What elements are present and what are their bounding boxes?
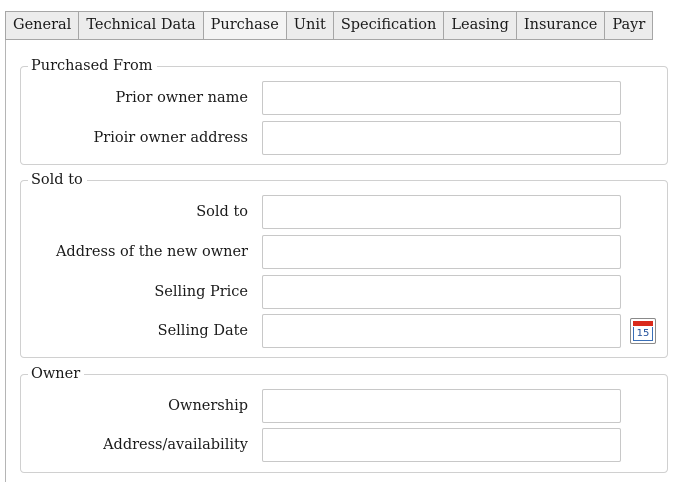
tab-purchase[interactable]: Purchase [203,11,287,40]
prior-owner-name-input[interactable] [262,81,621,115]
tab-bar: General Technical Data Purchase Unit Spe… [5,11,686,40]
selling-date-input[interactable] [262,314,621,348]
calendar-icon[interactable]: 15 [630,318,656,344]
ownership-label: Ownership [168,398,248,414]
address-availability-input[interactable] [262,428,621,462]
tab-unit[interactable]: Unit [286,11,334,40]
sold-to-label: Sold to [196,204,248,220]
sold-to-title: Sold to [28,170,87,190]
sold-to-group: Sold to Sold to Address of the new owner… [20,170,668,358]
new-owner-address-input[interactable] [262,235,621,269]
tab-specification[interactable]: Specification [333,11,445,40]
selling-date-label: Selling Date [157,323,248,339]
tab-insurance[interactable]: Insurance [516,11,606,40]
ownership-input[interactable] [262,389,621,423]
owner-title: Owner [28,364,85,384]
selling-price-input[interactable] [262,275,621,309]
purchased-from-title: Purchased From [28,56,157,76]
tab-general[interactable]: General [5,11,80,40]
tab-technical-data[interactable]: Technical Data [79,11,204,40]
new-owner-address-label: Address of the new owner [55,244,248,260]
tab-payment[interactable]: Payr [605,11,654,40]
prior-owner-name-label: Prior owner name [115,90,248,106]
prior-owner-address-input[interactable] [262,121,621,155]
selling-price-label: Selling Price [154,284,248,300]
prior-owner-address-label: Prioir owner address [93,130,248,146]
form-window: General Technical Data Purchase Unit Spe… [0,0,686,482]
tab-leasing[interactable]: Leasing [444,11,517,40]
calendar-header [633,321,653,326]
sold-to-input[interactable] [262,195,621,229]
calendar-day-number: 15 [633,327,653,341]
purchased-from-group: Purchased From Prior owner name Prioir o… [20,56,668,165]
owner-group: Owner Ownership Address/availability [20,364,668,473]
address-availability-label: Address/availability [103,437,248,453]
content-panel-border [5,40,6,482]
